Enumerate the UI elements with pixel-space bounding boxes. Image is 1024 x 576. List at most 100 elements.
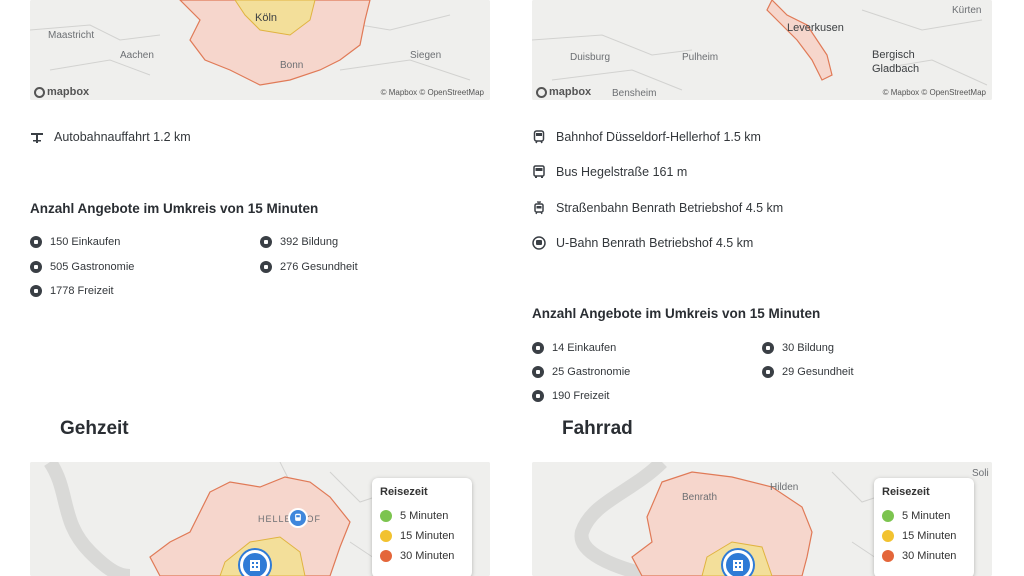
map-label: Aachen xyxy=(120,50,154,61)
location-marker[interactable] xyxy=(723,550,753,576)
health-icon xyxy=(762,366,774,378)
section-heading-walking: Gehzeit xyxy=(60,418,129,439)
transport-text: Bahnhof Düsseldorf-Hellerhof 1.5 km xyxy=(556,130,761,144)
building-icon xyxy=(250,560,260,571)
offers-title: Anzahl Angebote im Umkreis von 15 Minute… xyxy=(30,201,319,216)
transport-item: U-Bahn Benrath Betriebshof 4.5 km xyxy=(532,236,753,250)
train-icon xyxy=(532,130,546,144)
shopping-icon xyxy=(30,236,42,248)
offer-item: 25 Gastronomie xyxy=(532,366,630,378)
transport-text: U-Bahn Benrath Betriebshof 4.5 km xyxy=(556,236,754,250)
restaurant-icon xyxy=(532,366,544,378)
travel-time-legend: Reisezeit 5 Minuten 15 Minuten 30 Minute… xyxy=(372,478,472,576)
legend-label: 5 Minuten xyxy=(400,510,449,522)
map-attribution[interactable]: © Mapbox © OpenStreetMap xyxy=(381,88,484,97)
legend-swatch xyxy=(882,510,894,522)
offer-text: 1778 Freizeit xyxy=(50,285,114,297)
restaurant-icon xyxy=(30,261,42,273)
map-attribution[interactable]: © Mapbox © OpenStreetMap xyxy=(883,88,986,97)
legend-label: 15 Minuten xyxy=(400,530,455,542)
legend-label: 30 Minuten xyxy=(400,550,455,562)
legend-title: Reisezeit xyxy=(882,486,930,498)
mapbox-logo-icon xyxy=(536,86,547,98)
legend-label: 15 Minuten xyxy=(902,530,957,542)
mapbox-logo-text: mapbox xyxy=(549,86,592,98)
health-icon xyxy=(260,261,272,273)
offer-item: 14 Einkaufen xyxy=(532,342,616,354)
section-heading-cycling: Fahrrad xyxy=(562,418,633,439)
legend-item: 30 Minuten xyxy=(882,550,966,562)
transport-item: Bahnhof Düsseldorf-Hellerhof 1.5 km xyxy=(532,130,761,144)
map-label: Siegen xyxy=(410,50,442,61)
transport-text: Straßenbahn Benrath Betriebshof 4.5 km xyxy=(556,201,784,215)
map-label: Leverkusen xyxy=(787,22,844,34)
map-label: Bensheim xyxy=(612,88,657,99)
shopping-icon xyxy=(532,342,544,354)
leisure-icon xyxy=(532,390,544,402)
legend-label: 30 Minuten xyxy=(902,550,957,562)
offer-text: 276 Gesundheit xyxy=(280,261,358,273)
map-label: Pulheim xyxy=(682,52,719,63)
mapbox-logo-icon xyxy=(34,86,45,98)
mapbox-logo[interactable]: mapbox xyxy=(536,86,591,98)
travel-time-legend: Reisezeit 5 Minuten 15 Minuten 30 Minute… xyxy=(874,478,974,576)
education-icon xyxy=(260,236,272,248)
bus-icon xyxy=(532,165,546,179)
legend-swatch xyxy=(380,510,392,522)
legend-swatch xyxy=(882,550,894,562)
map-label: Kürten xyxy=(952,5,982,16)
offer-item: 1778 Freizeit xyxy=(30,285,114,297)
map-label: Bonn xyxy=(280,60,304,71)
map-left-top[interactable]: Maastricht Aachen Köln Siegen Bonn mapbo… xyxy=(30,0,490,100)
tram-icon xyxy=(532,201,546,215)
offer-item: 505 Gastronomie xyxy=(30,261,134,273)
offer-item: 29 Gesundheit xyxy=(762,366,854,378)
location-marker[interactable] xyxy=(240,550,270,576)
legend-item: 5 Minuten xyxy=(380,510,464,522)
offer-text: 150 Einkaufen xyxy=(50,236,121,248)
education-icon xyxy=(762,342,774,354)
legend-swatch xyxy=(882,530,894,542)
map-label: Duisburg xyxy=(570,52,611,63)
map-label: Hilden xyxy=(770,482,799,493)
offer-text: 30 Bildung xyxy=(782,342,834,354)
mapbox-logo[interactable]: mapbox xyxy=(34,86,89,98)
legend-item: 5 Minuten xyxy=(882,510,966,522)
map-label: Köln xyxy=(255,12,278,24)
offers-title: Anzahl Angebote im Umkreis von 15 Minute… xyxy=(532,306,821,321)
legend-item: 15 Minuten xyxy=(380,530,464,542)
offer-text: 190 Freizeit xyxy=(552,390,610,402)
building-icon xyxy=(733,560,743,571)
offer-item: 150 Einkaufen xyxy=(30,236,120,248)
offer-text: 29 Gesundheit xyxy=(782,366,854,378)
transport-item: Autobahnauffahrt 1.2 km xyxy=(30,130,191,144)
mapbox-logo-text: mapbox xyxy=(47,86,90,98)
transport-text: Bus Hegelstraße 161 m xyxy=(556,165,688,179)
offer-text: 25 Gastronomie xyxy=(552,366,631,378)
legend-title: Reisezeit xyxy=(380,486,428,498)
transport-item: Straßenbahn Benrath Betriebshof 4.5 km xyxy=(532,201,783,215)
subway-icon xyxy=(532,236,546,250)
transport-text: Autobahnauffahrt 1.2 km xyxy=(54,130,191,144)
offer-text: 505 Gastronomie xyxy=(50,261,135,273)
offer-item: 392 Bildung xyxy=(260,236,338,248)
offer-text: 392 Bildung xyxy=(280,236,339,248)
map-label: Benrath xyxy=(682,492,718,503)
leisure-icon xyxy=(30,285,42,297)
train-icon xyxy=(295,513,301,521)
map-right-top[interactable]: Leverkusen Bergisch Gladbach Duisburg Pu… xyxy=(532,0,992,100)
legend-item: 30 Minuten xyxy=(380,550,464,562)
map-label: Bergisch Gladbach xyxy=(872,49,920,75)
offer-text: 14 Einkaufen xyxy=(552,342,617,354)
legend-swatch xyxy=(380,550,392,562)
offer-item: 276 Gesundheit xyxy=(260,261,358,273)
transport-item: Bus Hegelstraße 161 m xyxy=(532,165,687,179)
legend-item: 15 Minuten xyxy=(882,530,966,542)
station-marker[interactable] xyxy=(288,508,308,528)
legend-swatch xyxy=(380,530,392,542)
offer-item: 30 Bildung xyxy=(762,342,834,354)
offer-item: 190 Freizeit xyxy=(532,390,609,402)
highway-exit-icon xyxy=(30,130,44,144)
map-label: Soli xyxy=(972,468,989,479)
legend-label: 5 Minuten xyxy=(902,510,951,522)
